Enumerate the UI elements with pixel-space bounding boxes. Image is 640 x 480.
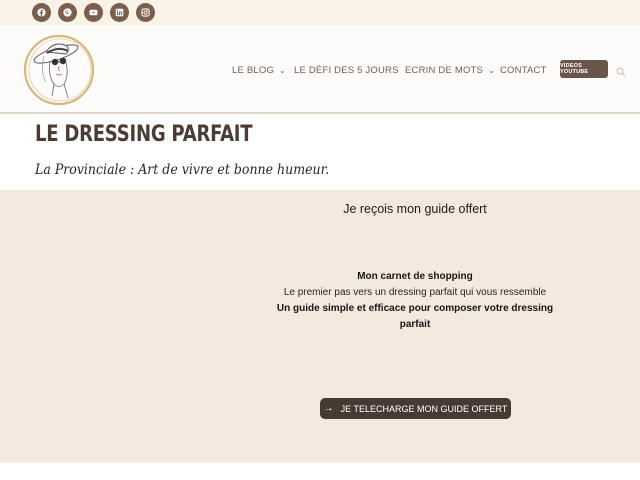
- promo-line-benefit: Un guide simple et efficace pour compose…: [276, 303, 554, 330]
- nav-item-label: CONTACT: [500, 64, 547, 76]
- youtube-videos-button[interactable]: VIDEOS YOUTUBE: [560, 60, 608, 78]
- pinterest-icon[interactable]: [58, 3, 77, 22]
- nav-item-label: LE DÉFI DES 5 JOURS: [294, 64, 399, 76]
- promo-description: Mon carnet de shopping Le premier pas ve…: [266, 269, 564, 333]
- nav-item-contact[interactable]: CONTACT: [500, 63, 547, 77]
- nav-item-label: ECRIN DE MOTS: [405, 64, 484, 76]
- site-header: LE BLOG ⌄ LE DÉFI DES 5 JOURS ECRIN DE M…: [0, 25, 640, 114]
- chevron-down-icon: ⌄: [488, 65, 495, 75]
- nav-item-label: LE BLOG: [232, 64, 275, 76]
- site-tagline: La Provinciale : Art de vivre et bonne h…: [35, 162, 330, 178]
- nav-item-defi[interactable]: LE DÉFI DES 5 JOURS: [294, 63, 399, 77]
- youtube-icon[interactable]: [84, 3, 103, 22]
- promo-line-subtitle: Le premier pas vers un dressing parfait …: [283, 287, 547, 298]
- arrow-right-icon: →: [323, 403, 334, 414]
- chevron-down-icon: ⌄: [279, 65, 286, 75]
- site-logo[interactable]: [20, 32, 98, 108]
- facebook-icon[interactable]: [32, 3, 51, 22]
- page-footer-strip: [0, 463, 640, 480]
- promo-line-title: Mon carnet de shopping: [357, 271, 473, 282]
- promo-heading: Je reçois mon guide offert: [343, 202, 487, 216]
- search-icon[interactable]: [616, 64, 626, 77]
- page-title: LE DRESSING PARFAIT: [35, 122, 253, 147]
- social-bar: [0, 0, 640, 25]
- instagram-icon[interactable]: [136, 3, 155, 22]
- download-guide-button[interactable]: → JE TELECHARGE MON GUIDE OFFERT: [320, 398, 511, 419]
- download-guide-label: JE TELECHARGE MON GUIDE OFFERT: [340, 403, 508, 414]
- page-header: LE DRESSING PARFAIT La Provinciale : Art…: [0, 115, 640, 190]
- linkedin-icon[interactable]: [110, 3, 129, 22]
- nav-item-ecrin[interactable]: ECRIN DE MOTS ⌄: [405, 63, 495, 77]
- guide-promo-section: Je reçois mon guide offert Mon carnet de…: [0, 190, 640, 463]
- nav-item-blog[interactable]: LE BLOG ⌄: [232, 63, 286, 77]
